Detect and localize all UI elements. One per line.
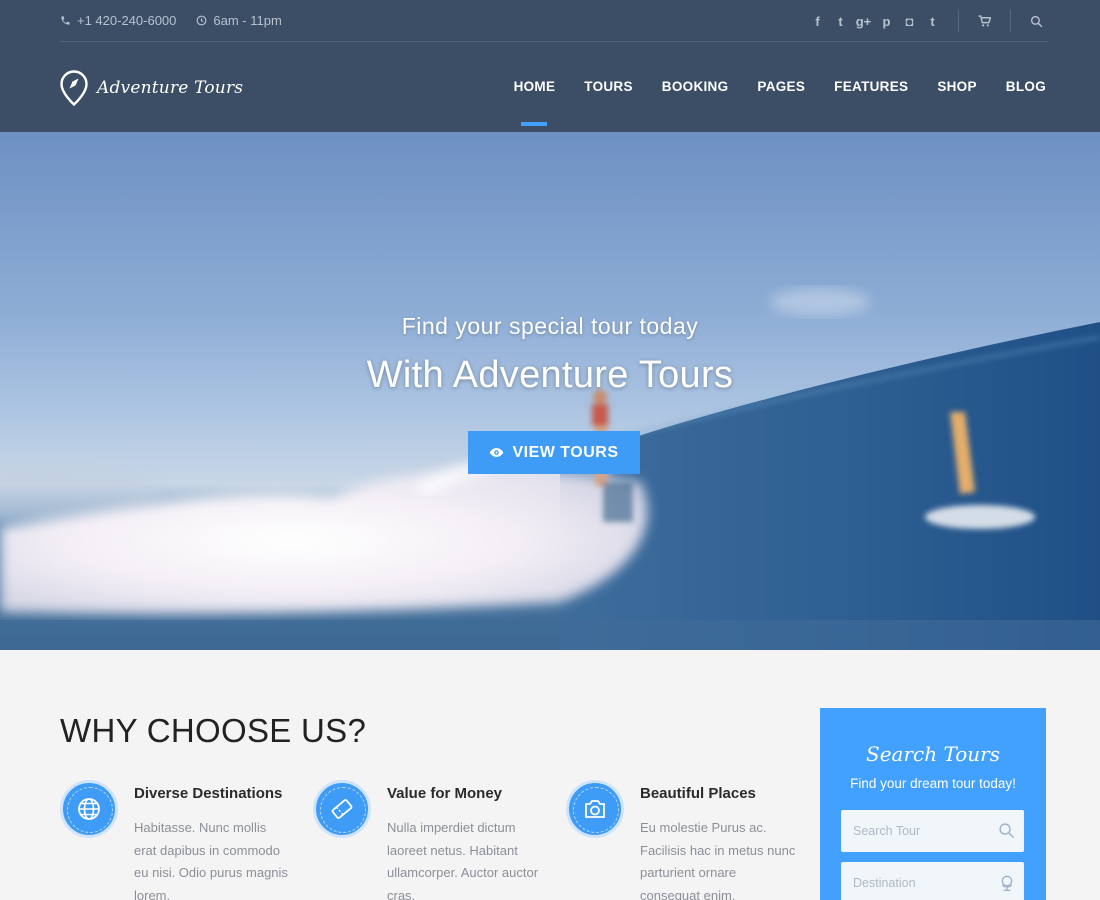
view-tours-button[interactable]: VIEW TOURS xyxy=(468,431,640,474)
google-plus-icon[interactable]: g+ xyxy=(852,10,875,32)
nav-item-pages[interactable]: PAGES xyxy=(757,79,805,94)
clock-icon xyxy=(196,15,207,26)
feature-title: Value for Money xyxy=(387,785,503,802)
main-nav: HOME TOURS BOOKING PAGES FEATURES SHOP B… xyxy=(485,79,1046,126)
search-tours-subtitle: Find your dream tour today! xyxy=(850,776,1016,791)
compass-pin-icon xyxy=(60,70,88,106)
contact-info: +1 420-240-6000 6am - 11pm xyxy=(60,13,302,28)
globe-stand-icon xyxy=(1001,875,1013,891)
globe-icon xyxy=(60,780,118,838)
topbar-divider xyxy=(958,10,959,32)
feature-text: Habitasse. Nunc mollis erat dapibus in c… xyxy=(134,820,288,900)
search-tour-input[interactable] xyxy=(841,810,1024,852)
pinterest-icon[interactable]: p xyxy=(875,10,898,32)
search-icon[interactable] xyxy=(1025,10,1048,32)
hours-info: 6am - 11pm xyxy=(196,13,282,28)
ticket-icon xyxy=(313,780,371,838)
twitter-icon[interactable]: t xyxy=(829,10,852,32)
topbar-divider xyxy=(1010,10,1011,32)
phone-icon xyxy=(61,16,70,25)
top-bar: +1 420-240-6000 6am - 11pm f t g+ p ◘ t xyxy=(60,0,1048,42)
feature-title: Beautiful Places xyxy=(640,785,756,802)
search-tour-field xyxy=(841,810,1024,852)
phone-info: +1 420-240-6000 xyxy=(60,13,176,28)
nav-item-home[interactable]: HOME xyxy=(514,79,556,126)
brand-name: Adventure Tours xyxy=(97,78,244,98)
phone-number[interactable]: +1 420-240-6000 xyxy=(77,13,176,28)
site-logo[interactable]: Adventure Tours xyxy=(60,70,243,106)
facebook-icon[interactable]: f xyxy=(806,10,829,32)
feature-text: Nulla imperdiet dictum laoreet netus. Ha… xyxy=(387,820,539,900)
nav-item-booking[interactable]: BOOKING xyxy=(662,79,729,94)
destination-field xyxy=(841,862,1024,900)
cart-icon[interactable] xyxy=(973,10,996,32)
nav-item-blog[interactable]: BLOG xyxy=(1006,79,1046,94)
hero-banner: Find your special tour today With Advent… xyxy=(0,132,1100,650)
nav-item-shop[interactable]: SHOP xyxy=(937,79,976,94)
hero-subtitle: Find your special tour today xyxy=(401,313,699,339)
nav-item-tours[interactable]: TOURS xyxy=(584,79,633,94)
hero-title: With Adventure Tours xyxy=(366,354,734,396)
search-tours-widget: Search Tours Find your dream tour today! xyxy=(820,708,1046,900)
opening-hours: 6am - 11pm xyxy=(213,13,282,28)
instagram-icon[interactable]: ◘ xyxy=(898,10,921,32)
feature-text: Eu molestie Purus ac. Facilisis hac in m… xyxy=(640,820,796,900)
search-icon[interactable] xyxy=(998,822,1015,839)
site-header: +1 420-240-6000 6am - 11pm f t g+ p ◘ t xyxy=(0,0,1100,132)
nav-item-features[interactable]: FEATURES xyxy=(834,79,908,94)
camera-icon xyxy=(566,780,624,838)
search-tours-title: Search Tours xyxy=(866,742,1000,766)
social-links: f t g+ p ◘ t xyxy=(806,10,1048,32)
feature-title: Diverse Destinations xyxy=(134,785,283,802)
destination-input[interactable] xyxy=(841,862,1024,900)
why-choose-us-heading: WHY CHOOSE US? xyxy=(60,712,367,749)
tumblr-icon[interactable]: t xyxy=(921,10,944,32)
view-tours-label: VIEW TOURS xyxy=(512,443,619,461)
eye-icon xyxy=(490,448,504,457)
